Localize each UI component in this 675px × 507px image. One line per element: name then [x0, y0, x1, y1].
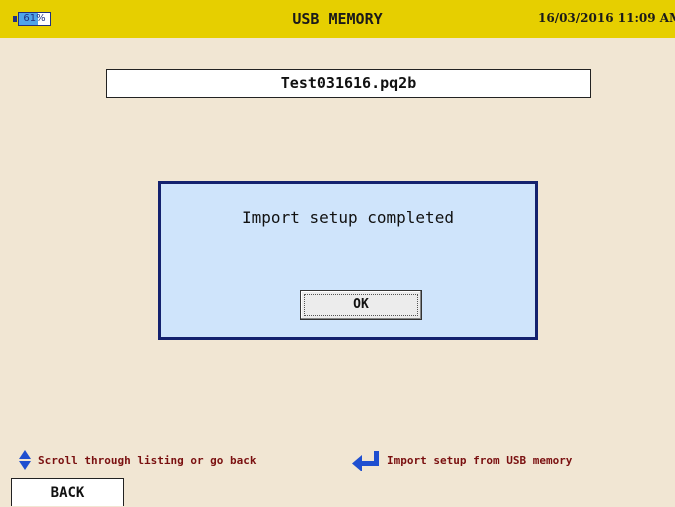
- enter-key-icon: [352, 451, 379, 471]
- title-bar: 61% USB MEMORY 16/03/2016 11:09 AM: [0, 0, 675, 38]
- up-down-arrows-icon: [19, 450, 31, 470]
- enter-hint-text: Import setup from USB memory: [387, 453, 573, 467]
- back-button[interactable]: BACK: [11, 478, 124, 506]
- scroll-hint: Scroll through listing or go back: [18, 448, 257, 472]
- import-complete-dialog: Import setup completed OK: [158, 181, 538, 340]
- back-button-label: BACK: [50, 485, 85, 501]
- date-time: 16/03/2016 11:09 AM: [538, 11, 675, 25]
- ok-button[interactable]: OK: [300, 290, 422, 320]
- ok-button-label: OK: [353, 297, 369, 312]
- dialog-message: Import setup completed: [242, 208, 454, 227]
- scroll-hint-text: Scroll through listing or go back: [38, 453, 257, 467]
- selected-file-name[interactable]: Test031616.pq2b: [106, 69, 591, 98]
- enter-hint: Import setup from USB memory: [351, 448, 572, 472]
